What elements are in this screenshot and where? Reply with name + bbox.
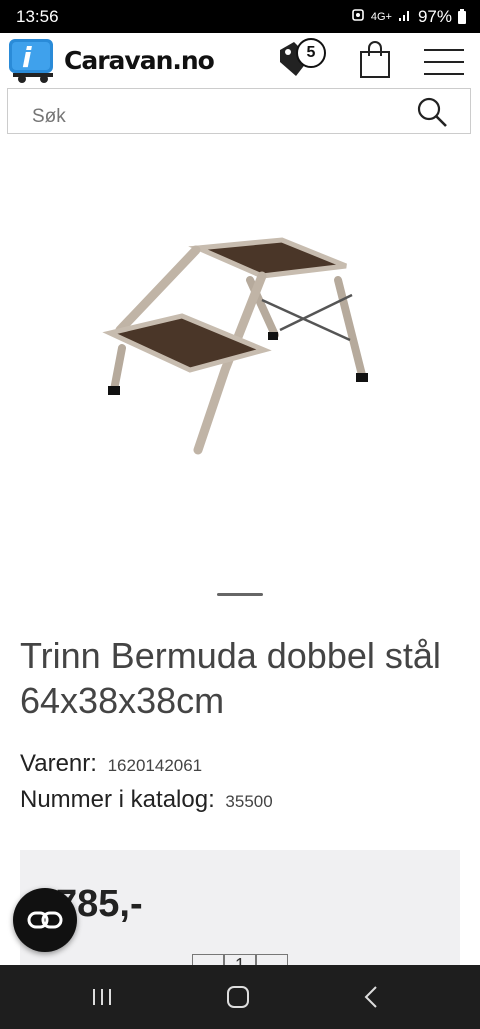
- home-button[interactable]: [218, 981, 258, 1013]
- step-stool-image: [102, 237, 368, 455]
- offers-count-badge: 5: [296, 38, 326, 68]
- hamburger-menu-button[interactable]: [424, 49, 464, 77]
- search-icon[interactable]: [416, 96, 448, 128]
- sku-label: Varenr:: [20, 750, 97, 777]
- network-type: 4G+: [370, 11, 392, 23]
- catalog-row: Nummer i katalog: 35500: [20, 786, 273, 814]
- screenshot-icon: [351, 7, 365, 27]
- offers-button[interactable]: 5: [276, 36, 328, 82]
- chat-widget-button[interactable]: [13, 888, 77, 952]
- back-button[interactable]: [352, 981, 392, 1013]
- cart-button[interactable]: [358, 40, 392, 80]
- battery-percent: 97%: [417, 7, 452, 26]
- product-image[interactable]: [0, 140, 480, 580]
- recent-apps-button[interactable]: [84, 981, 124, 1013]
- recent-apps-icon: [93, 989, 111, 1005]
- sku-value: 1620142061: [107, 756, 203, 775]
- chat-link-icon: [27, 911, 63, 929]
- sku-row: Varenr: 1620142061: [20, 750, 202, 778]
- search-input[interactable]: [30, 105, 394, 129]
- status-icons: 4G+ 97%: [351, 7, 466, 27]
- caravan-logo-icon: i: [9, 39, 53, 83]
- catalog-label: Nummer i katalog:: [20, 786, 215, 813]
- back-icon: [364, 986, 377, 1008]
- signal-icon: [398, 7, 412, 27]
- menu-line-icon: [424, 73, 464, 75]
- site-logo[interactable]: i Caravan.no: [8, 36, 215, 84]
- home-icon: [227, 986, 249, 1008]
- system-navigation-bar: [0, 965, 480, 1029]
- image-slider-indicator[interactable]: [217, 593, 263, 596]
- svg-text:i: i: [22, 41, 32, 74]
- site-header: i Caravan.no 5: [0, 33, 480, 88]
- search-box: [7, 88, 471, 134]
- status-time: 13:56: [16, 7, 59, 26]
- status-bar: 13:56 4G+ 97%: [0, 0, 480, 33]
- menu-line-icon: [424, 61, 464, 63]
- battery-icon: [458, 8, 466, 24]
- price-box: 785,- 1: [20, 850, 460, 970]
- logo-text: Caravan.no: [64, 46, 215, 75]
- shopping-bag-icon: [360, 41, 390, 78]
- catalog-value: 35500: [225, 792, 273, 811]
- product-title: Trinn Bermuda dobbel stål 64x38x38cm: [20, 635, 441, 721]
- menu-line-icon: [424, 49, 464, 51]
